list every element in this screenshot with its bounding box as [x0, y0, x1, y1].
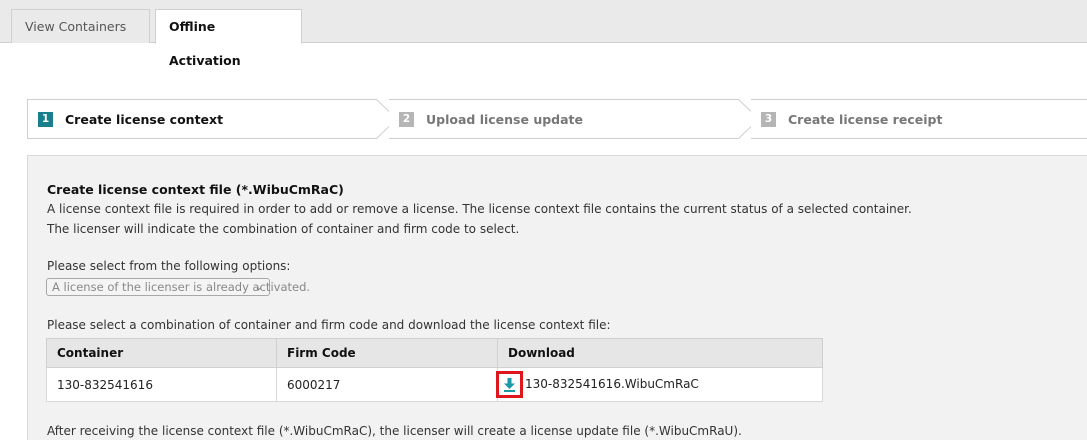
wizard-steps: 1 Create license context 2 Upload licens…: [27, 99, 1087, 139]
panel-description: A license context file is required in or…: [47, 202, 912, 216]
step-label: Create license context: [65, 111, 224, 127]
download-file-link[interactable]: 130-832541616.WibuCmRaC: [525, 377, 699, 391]
table-row[interactable]: 130-832541616 6000217 130-832541616.Wibu…: [46, 367, 823, 402]
container-table: Container Firm Code Download 130-8325416…: [46, 338, 823, 402]
context-panel: Create license context file (*.WibuCmRaC…: [27, 155, 1087, 440]
options-label: Please select from the following options…: [47, 259, 291, 273]
tab-view-containers[interactable]: View Containers: [11, 9, 150, 43]
panel-description-2: The licenser will indicate the combinati…: [47, 222, 520, 236]
tab-bar: View Containers Offline Activation: [0, 0, 1087, 68]
table-header-row: Container Firm Code Download: [46, 338, 823, 368]
chevron-down-icon: ⌄: [254, 282, 263, 293]
wizard-step-upload-update[interactable]: 2 Upload license update: [389, 99, 739, 139]
options-select[interactable]: A license of the licenser is already act…: [46, 278, 310, 296]
column-header-firm-code: Firm Code: [276, 338, 498, 368]
combination-label: Please select a combination of container…: [47, 318, 611, 332]
step-label: Create license receipt: [788, 111, 943, 127]
step-number: 3: [761, 111, 776, 127]
step-label: Upload license update: [426, 111, 584, 127]
step-number: 2: [399, 111, 414, 127]
options-select-value: A license of the licenser is already act…: [52, 280, 311, 294]
step-number: 1: [38, 111, 53, 127]
column-header-container: Container: [46, 338, 277, 368]
after-note: After receiving the license context file…: [47, 424, 742, 438]
wizard-step-create-context[interactable]: 1 Create license context: [27, 99, 377, 139]
wizard-step-create-receipt[interactable]: 3 Create license receipt: [751, 99, 1087, 139]
download-icon: [504, 377, 515, 392]
download-button[interactable]: [496, 371, 523, 398]
tab-offline-activation[interactable]: Offline Activation: [155, 9, 302, 68]
panel-title: Create license context file (*.WibuCmRaC…: [47, 182, 344, 197]
cell-download: 130-832541616.WibuCmRaC: [496, 367, 823, 402]
cell-firm-code: 6000217: [276, 367, 498, 402]
cell-container: 130-832541616: [46, 367, 277, 402]
column-header-download: Download: [497, 338, 823, 368]
